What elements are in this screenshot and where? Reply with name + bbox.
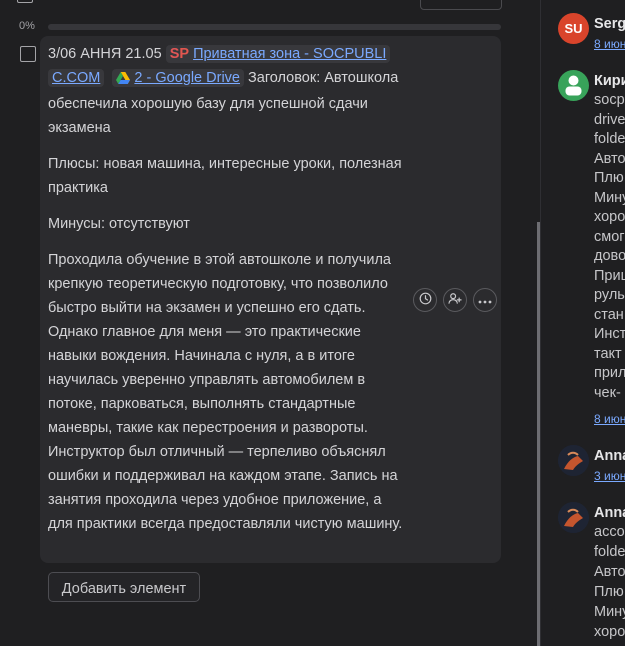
- activity-panel: SU Serg 8 июн Кири socp drive folde Авто Плю…: [541, 0, 625, 646]
- activity-text-line: чек-: [594, 384, 621, 401]
- assign-user-icon: [448, 292, 462, 309]
- activity-author[interactable]: Anna: [594, 448, 625, 464]
- activity-text-line: дово: [594, 248, 625, 264]
- heading-label: Заголовок:: [248, 70, 321, 86]
- activity-date[interactable]: 3 июн: [594, 469, 625, 483]
- avatar[interactable]: [558, 445, 589, 476]
- activity-text-line: folde: [594, 131, 625, 147]
- progress-bar: [48, 24, 501, 30]
- link-socpublic[interactable]: Приватная зона - SOCPUBLI: [193, 46, 386, 62]
- activity-text-line: Плю: [594, 170, 624, 186]
- checklist-panel: 0% 3/06 АННЯ 21.05 SP Приватная зона - S…: [0, 0, 540, 646]
- checklist-item-text[interactable]: 3/06 АННЯ 21.05 SP Приватная зона - SOCP…: [48, 42, 408, 548]
- due-date-button[interactable]: [413, 288, 437, 312]
- activity-text-line: стан: [594, 306, 624, 323]
- activity-date[interactable]: 8 июн: [594, 37, 625, 51]
- avatar-photo: [558, 502, 589, 533]
- activity-text-line: folde: [594, 544, 625, 560]
- progress-label: 0%: [19, 20, 35, 32]
- activity-text-line: Приш: [594, 267, 625, 284]
- activity-date[interactable]: 8 июн: [594, 412, 625, 426]
- activity-author[interactable]: Serg: [594, 16, 625, 32]
- activity-text-line: такт: [594, 345, 622, 362]
- user-icon: [565, 75, 582, 96]
- item-prefix: 3/06 АННЯ 21.05: [48, 46, 162, 62]
- link-chip-socpublic-cont[interactable]: C.COM: [48, 69, 105, 87]
- header-checkbox[interactable]: [17, 0, 33, 3]
- link-google-drive[interactable]: 2 - Google Drive: [134, 70, 240, 86]
- activity-text-line: Плю: [594, 584, 624, 600]
- avatar[interactable]: SU: [558, 13, 589, 44]
- activity-text-line: хоро: [594, 624, 625, 640]
- activity-text-line: Авто: [594, 150, 625, 167]
- activity-text-line: Мину: [594, 189, 625, 206]
- avatar[interactable]: [558, 502, 589, 533]
- activity-text-line: Мину: [594, 604, 625, 620]
- activity-text-line: acco: [594, 524, 625, 540]
- activity-text-line: хоро: [594, 209, 625, 225]
- activity-author[interactable]: Кири: [594, 73, 625, 89]
- link-chip-socpublic[interactable]: SP Приватная зона - SOCPUBLI: [165, 45, 391, 63]
- item-actions: [413, 288, 497, 312]
- item-checkbox[interactable]: [20, 46, 36, 62]
- avatar-photo: [558, 445, 589, 476]
- link-chip-google-drive[interactable]: 2 - Google Drive: [112, 69, 244, 87]
- link-socpublic-cont[interactable]: C.COM: [52, 70, 100, 86]
- add-item-button[interactable]: Добавить элемент: [48, 572, 200, 602]
- assign-member-button[interactable]: [443, 288, 467, 312]
- google-drive-icon: [116, 68, 131, 92]
- activity-text-line: drive: [594, 111, 625, 128]
- activity-text-line: Инст: [594, 326, 625, 342]
- more-actions-button[interactable]: [473, 288, 497, 312]
- activity-text-line: руль: [594, 287, 625, 303]
- socpublic-logo-icon: SP: [169, 46, 190, 62]
- header-button[interactable]: [420, 0, 502, 10]
- body-text: Проходила обучение в этой автошколе и по…: [48, 252, 403, 532]
- more-icon: [478, 292, 492, 308]
- activity-text-line: socp: [594, 92, 625, 108]
- clock-icon: [419, 292, 432, 309]
- pros-text: Плюсы: новая машина, интересные уроки, п…: [48, 156, 402, 196]
- activity-text-line: прил: [594, 365, 625, 381]
- activity-text-line: смог: [594, 228, 625, 245]
- cons-text: Минусы: отсутствуют: [48, 216, 190, 232]
- activity-author[interactable]: Anna: [594, 505, 625, 521]
- avatar[interactable]: [558, 70, 589, 101]
- activity-text-line: Авто: [594, 564, 625, 580]
